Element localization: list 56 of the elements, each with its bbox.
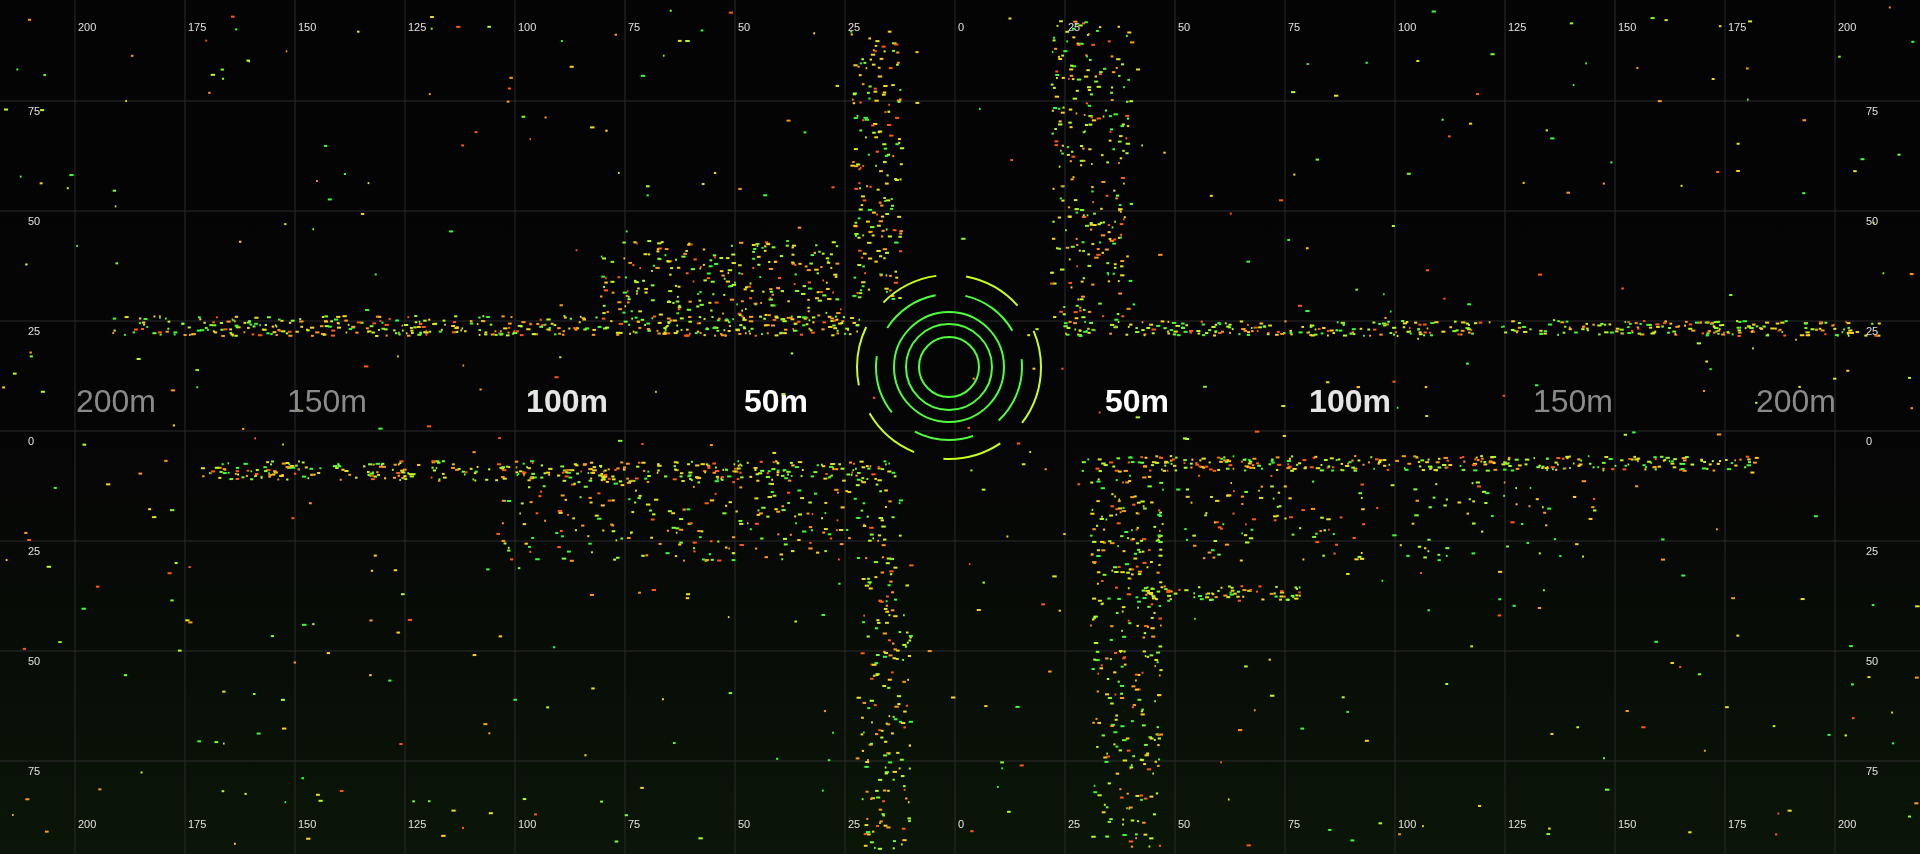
axis-tick-label: 150	[298, 819, 317, 830]
axis-tick-label: 175	[1728, 22, 1747, 33]
axis-tick-label: 100	[1398, 819, 1417, 830]
axis-tick-label: 50	[1866, 216, 1879, 227]
axis-tick-label: 25	[1068, 22, 1081, 33]
axis-tick-label: 75	[628, 22, 641, 33]
range-label: 100m	[1309, 385, 1391, 417]
axis-tick-label: 50	[1178, 22, 1191, 33]
axis-tick-label: 75	[28, 106, 41, 117]
axis-tick-label: 0	[958, 819, 965, 830]
axis-tick-label: 150	[1618, 22, 1637, 33]
axis-tick-label: 150	[1618, 819, 1637, 830]
axis-tick-label: 75	[1288, 819, 1301, 830]
axis-tick-label: 175	[1728, 819, 1747, 830]
axis-tick-label: 125	[408, 22, 427, 33]
axis-tick-label: 150	[298, 22, 317, 33]
axis-tick-label: 100	[1398, 22, 1417, 33]
range-label: 200m	[1756, 385, 1836, 417]
axis-tick-label: 100	[518, 22, 537, 33]
axis-tick-label: 175	[188, 819, 207, 830]
axis-tick-label: 75	[1866, 106, 1879, 117]
axis-tick-label: 25	[1068, 819, 1081, 830]
axis-tick-label: 125	[1508, 22, 1527, 33]
axis-tick-label: 175	[188, 22, 207, 33]
axis-tick-label: 200	[1838, 819, 1857, 830]
axis-tick-label: 25	[1866, 546, 1879, 557]
axis-tick-label: 50	[28, 656, 41, 667]
axis-tick-label: 75	[1288, 22, 1301, 33]
axis-tick-label: 25	[28, 546, 41, 557]
axis-tick-label: 50	[738, 819, 751, 830]
axis-tick-label: 50	[28, 216, 41, 227]
range-label: 150m	[287, 385, 367, 417]
axis-tick-label: 50	[1866, 656, 1879, 667]
axis-tick-label: 25	[848, 819, 861, 830]
axis-tick-label: 25	[848, 22, 861, 33]
axis-tick-label: 25	[1866, 326, 1879, 337]
axis-tick-label: 125	[408, 819, 427, 830]
axis-tick-label: 75	[28, 766, 41, 777]
axis-tick-label: 0	[28, 436, 35, 447]
axis-tick-label: 0	[1866, 436, 1873, 447]
axis-tick-label: 50	[1178, 819, 1191, 830]
range-label: 150m	[1533, 385, 1613, 417]
axis-tick-label: 200	[78, 819, 97, 830]
axis-tick-label: 0	[958, 22, 965, 33]
axis-tick-label: 200	[78, 22, 97, 33]
axis-tick-label: 125	[1508, 819, 1527, 830]
range-label: 100m	[526, 385, 608, 417]
range-label: 200m	[76, 385, 156, 417]
range-label: 50m	[744, 385, 808, 417]
axis-tick-label: 25	[28, 326, 41, 337]
axis-tick-label: 100	[518, 819, 537, 830]
axis-tick-label: 200	[1838, 22, 1857, 33]
range-label: 50m	[1105, 385, 1169, 417]
axis-tick-label: 75	[628, 819, 641, 830]
axis-tick-label: 75	[1866, 766, 1879, 777]
axis-tick-label: 50	[738, 22, 751, 33]
